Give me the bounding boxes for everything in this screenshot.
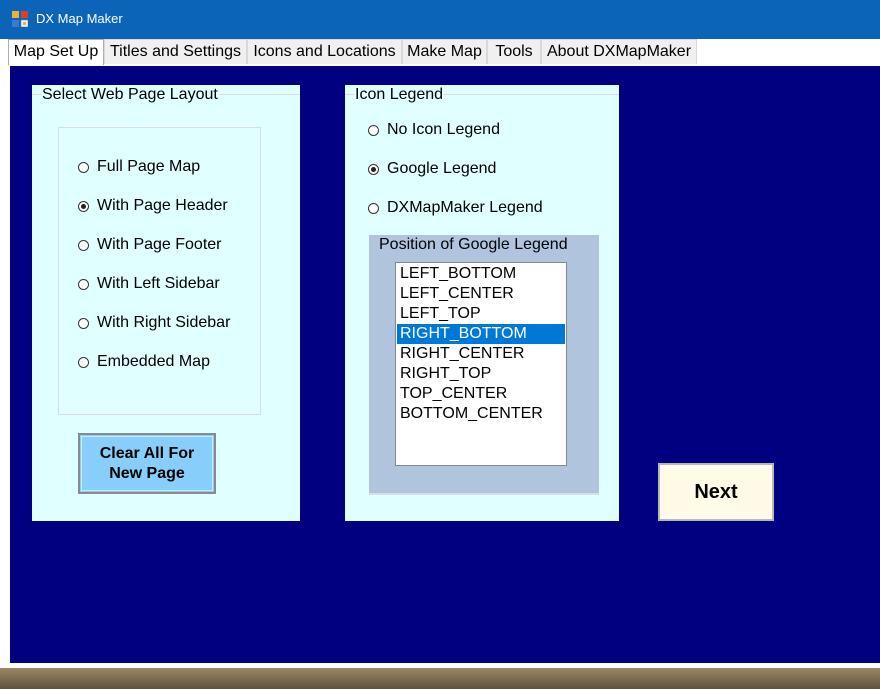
list-item-left-top[interactable]: LEFT_TOP: [397, 304, 565, 324]
tab-make-map[interactable]: Make Map: [402, 39, 487, 64]
radio-dot: [78, 239, 89, 251]
tab-strip: Map Set Up Titles and Settings Icons and…: [0, 39, 880, 66]
list-item-left-bottom[interactable]: LEFT_BOTTOM: [397, 264, 565, 284]
radio-dot: [78, 161, 89, 173]
tab-about-dxmapmaker[interactable]: About DXMapMaker: [541, 39, 697, 64]
radio-dot: [78, 356, 89, 368]
radio-google-legend[interactable]: Google Legend: [368, 160, 496, 178]
radio-with-right-sidebar[interactable]: With Right Sidebar: [78, 314, 230, 332]
radio-label: No Icon Legend: [387, 121, 500, 138]
layout-group-title: Select Web Page Layout: [41, 86, 219, 104]
radio-label: Full Page Map: [97, 158, 201, 175]
radio-label: With Page Footer: [97, 236, 222, 253]
tab-map-set-up[interactable]: Map Set Up: [8, 39, 104, 66]
radio-dxmapmaker-legend[interactable]: DXMapMaker Legend: [368, 199, 543, 217]
radio-dot: [368, 124, 379, 136]
legend-position-listbox[interactable]: LEFT_BOTTOM LEFT_CENTER LEFT_TOP RIGHT_B…: [395, 262, 567, 466]
legend-position-title: Position of Google Legend: [379, 236, 568, 253]
list-item-right-bottom-selected[interactable]: RIGHT_BOTTOM: [397, 324, 565, 344]
radio-dot: [78, 317, 89, 329]
radio-dot-checked: [368, 163, 379, 175]
clear-all-button[interactable]: Clear All For New Page: [78, 433, 216, 494]
list-item-right-center[interactable]: RIGHT_CENTER: [397, 344, 565, 364]
radio-dot-checked: [78, 200, 89, 212]
radio-dot: [368, 202, 379, 214]
tab-tools[interactable]: Tools: [487, 39, 541, 64]
list-item-bottom-center[interactable]: BOTTOM_CENTER: [397, 404, 565, 424]
list-item-right-top[interactable]: RIGHT_TOP: [397, 364, 565, 384]
radio-label: Google Legend: [387, 160, 497, 177]
layout-panel: Select Web Page Layout Full Page Map Wit…: [32, 85, 300, 521]
tab-titles-and-settings[interactable]: Titles and Settings: [104, 39, 247, 64]
app-icon: [12, 11, 28, 27]
list-item-left-center[interactable]: LEFT_CENTER: [397, 284, 565, 304]
radio-with-page-header[interactable]: With Page Header: [78, 197, 228, 215]
radio-with-page-footer[interactable]: With Page Footer: [78, 236, 222, 254]
radio-label: With Page Header: [97, 197, 228, 214]
radio-with-left-sidebar[interactable]: With Left Sidebar: [78, 275, 220, 293]
tab-content-map-set-up: Select Web Page Layout Full Page Map Wit…: [8, 65, 880, 663]
app-window: DX Map Maker Map Set Up Titles and Setti…: [0, 0, 880, 668]
radio-no-icon-legend[interactable]: No Icon Legend: [368, 121, 500, 139]
radio-label: With Right Sidebar: [97, 314, 231, 331]
radio-embedded-map[interactable]: Embedded Map: [78, 353, 210, 371]
list-item-top-center[interactable]: TOP_CENTER: [397, 384, 565, 404]
radio-dot: [78, 278, 89, 290]
radio-label: DXMapMaker Legend: [387, 199, 543, 216]
next-button[interactable]: Next: [658, 463, 774, 521]
radio-full-page-map[interactable]: Full Page Map: [78, 158, 200, 176]
icon-legend-group-title: Icon Legend: [354, 86, 445, 104]
radio-label: Embedded Map: [97, 353, 210, 370]
tab-icons-and-locations[interactable]: Icons and Locations: [247, 39, 402, 64]
radio-label: With Left Sidebar: [97, 275, 220, 292]
window-title: DX Map Maker: [36, 11, 123, 26]
title-bar[interactable]: DX Map Maker: [0, 0, 880, 39]
